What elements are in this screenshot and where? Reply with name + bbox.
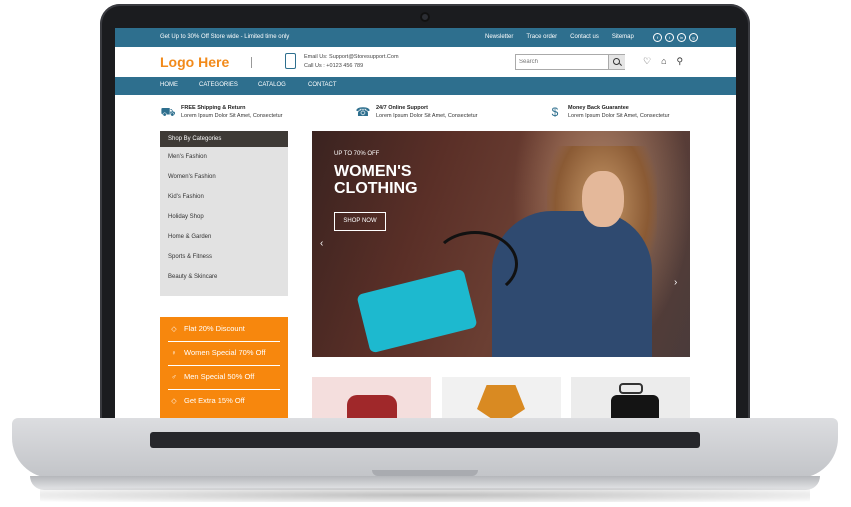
search-input[interactable] — [519, 57, 605, 66]
feature-title: FREE Shipping & Return — [181, 105, 246, 111]
twitter-icon[interactable]: t — [665, 33, 674, 42]
linkedin-icon[interactable]: in — [677, 33, 686, 42]
logo[interactable]: Logo Here — [160, 54, 229, 70]
social-icons: f t in g — [653, 33, 698, 42]
link-newsletter[interactable]: Newsletter — [485, 34, 513, 40]
screen: Get Up to 30% Off Store wide - Limited t… — [115, 28, 736, 418]
cart-icon[interactable]: ⌂ — [661, 56, 666, 67]
truck-icon: ⛟ — [160, 105, 176, 119]
offer-flat-discount[interactable]: ◇ Flat 20% Discount — [168, 317, 280, 342]
feature-text: Lorem Ipsum Dolor Sit Amet, Consectetur — [376, 113, 478, 119]
link-trace-order[interactable]: Trace order — [526, 34, 557, 40]
sidebar-item-womens-fashion[interactable]: Women's Fashion — [160, 167, 288, 187]
contact-phone: Call Us : +0123 456 789 — [304, 63, 364, 69]
laptop-shadow — [40, 488, 810, 502]
tag-icon: ◇ — [171, 326, 177, 333]
sidebar-item-holiday-shop[interactable]: Holiday Shop — [160, 207, 288, 227]
features-strip: ⛟ FREE Shipping & Return Lorem Ipsum Dol… — [115, 95, 736, 129]
contact-email: Email Us: Support@Storesupport.Com — [304, 54, 399, 60]
person-icon: ♂ — [171, 374, 177, 381]
google-icon[interactable]: g — [689, 33, 698, 42]
offer-extra[interactable]: ◇ Get Extra 15% Off — [168, 389, 280, 413]
camera-icon — [420, 12, 430, 22]
sidebar-item-kids-fashion[interactable]: Kid's Fashion — [160, 187, 288, 207]
facebook-icon[interactable]: f — [653, 33, 662, 42]
keyboard-edge — [150, 432, 700, 448]
nav-contact[interactable]: CONTACT — [308, 82, 337, 88]
product-thumb-tshirt[interactable] — [571, 377, 690, 418]
black-tshirt-image — [611, 395, 659, 418]
product-thumb-bag[interactable] — [442, 377, 561, 418]
turquoise-bag — [356, 268, 478, 354]
sidebar-item-beauty-skincare[interactable]: Beauty & Skincare — [160, 267, 288, 287]
laptop-mockup: Get Up to 30% Off Store wide - Limited t… — [0, 0, 851, 507]
contact-info: Email Us: Support@Storesupport.Com Call … — [304, 53, 399, 71]
shop-now-button[interactable]: SHOP NOW — [334, 212, 386, 231]
headset-icon: ☎ — [355, 105, 371, 119]
offers-panel: ◇ Flat 20% Discount ♀ Women Special 70% Of… — [160, 317, 288, 418]
nav-catalog[interactable]: CATALOG — [258, 82, 286, 88]
nav-categories[interactable]: CATEGORIES — [199, 82, 238, 88]
red-shoe-image — [347, 395, 397, 418]
user-icon[interactable]: ⚲ — [677, 56, 684, 67]
hero-upto: UP TO 70% OFF — [334, 151, 380, 157]
feature-text: Lorem Ipsum Dolor Sit Amet, Consectetur — [568, 113, 670, 119]
prev-arrow-icon[interactable]: ‹ — [320, 238, 323, 249]
search-box — [515, 54, 625, 70]
sidebar-heading: Shop By Categories — [160, 131, 288, 147]
feature-text: Lorem Ipsum Dolor Sit Amet, Consectetur — [181, 113, 283, 119]
category-sidebar: Shop By Categories Men's Fashion Women's… — [160, 131, 288, 296]
search-icon — [613, 58, 620, 65]
model-jacket — [492, 211, 652, 357]
nav-home[interactable]: HOME — [160, 82, 178, 88]
feature-shipping: ⛟ FREE Shipping & Return Lorem Ipsum Dol… — [160, 104, 282, 120]
heart-icon[interactable]: ♡ — [643, 56, 651, 67]
offer-women-special[interactable]: ♀ Women Special 70% Off — [168, 341, 280, 366]
orange-bag-image — [477, 385, 525, 418]
promo-text: Get Up to 30% Off Store wide - Limited t… — [160, 34, 290, 40]
header-icons: ♡ ⌂ ⚲ — [643, 56, 683, 67]
phone-icon — [285, 53, 296, 69]
search-button[interactable] — [608, 55, 625, 69]
header: Logo Here Email Us: Support@Storesupport… — [115, 47, 736, 77]
main-nav: HOME CATEGORIES CATALOG CONTACT — [115, 77, 736, 95]
product-thumb-shoes[interactable] — [312, 377, 431, 418]
link-sitemap[interactable]: Sitemap — [612, 34, 634, 40]
offer-men-special[interactable]: ♂ Men Special 50% Off — [168, 365, 280, 390]
sidebar-item-mens-fashion[interactable]: Men's Fashion — [160, 147, 288, 167]
feature-title: Money Back Guarantee — [568, 105, 629, 111]
feature-money-back: $ Money Back Guarantee Lorem Ipsum Dolor… — [547, 104, 670, 120]
sidebar-item-home-garden[interactable]: Home & Garden — [160, 227, 288, 247]
top-bar: Get Up to 30% Off Store wide - Limited t… — [115, 28, 736, 47]
gift-icon: ♀ — [171, 350, 177, 357]
hero-title: WOMEN'S CLOTHING — [334, 163, 418, 197]
laptop-base — [12, 418, 838, 478]
model-face — [582, 171, 624, 227]
top-links: Newsletter Trace order Contact us Sitema… — [485, 34, 634, 40]
divider — [251, 57, 252, 68]
link-contact-us[interactable]: Contact us — [570, 34, 599, 40]
feature-title: 24/7 Online Support — [376, 105, 428, 111]
money-hand-icon: $ — [551, 105, 559, 119]
tag-icon: ◇ — [171, 398, 177, 405]
next-arrow-icon[interactable]: › — [674, 277, 677, 288]
hero-banner: UP TO 70% OFF WOMEN'S CLOTHING SHOP NOW … — [312, 131, 690, 357]
feature-support: ☎ 24/7 Online Support Lorem Ipsum Dolor … — [355, 104, 478, 120]
sidebar-item-sports-fitness[interactable]: Sports & Fitness — [160, 247, 288, 267]
sunglasses-image — [619, 383, 643, 394]
